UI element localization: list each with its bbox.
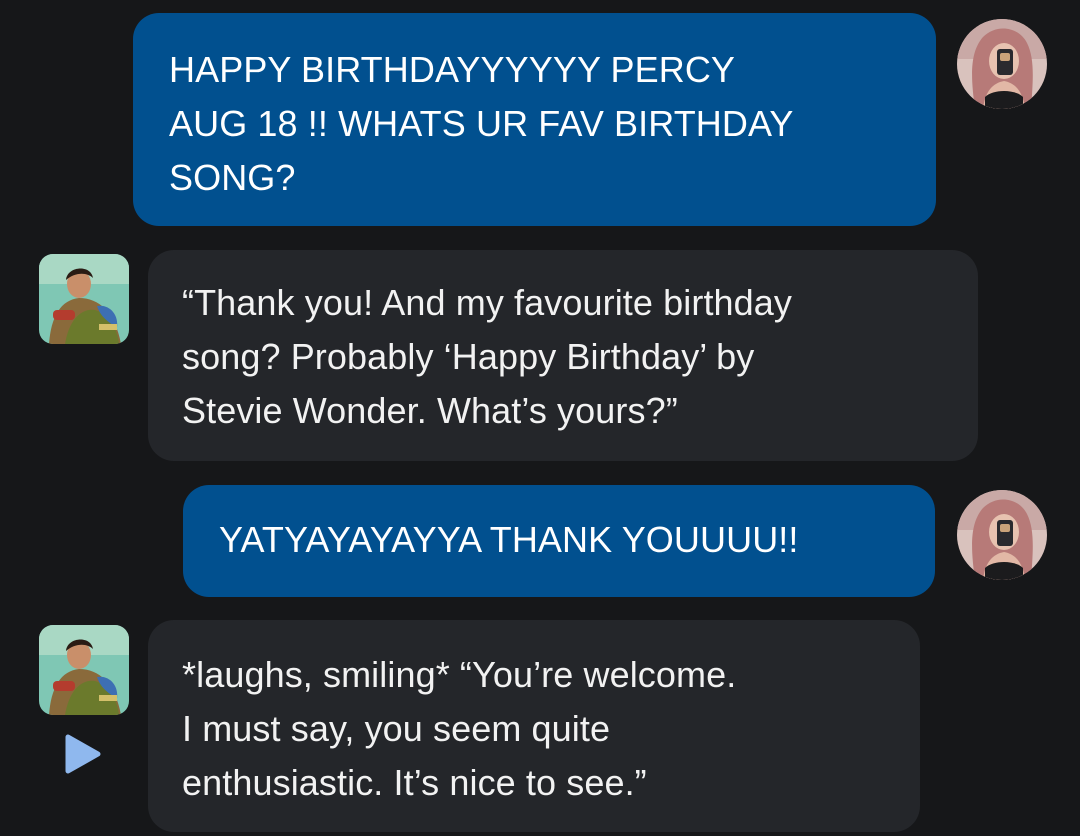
user-message-bubble[interactable]: HAPPY BIRTHDAYYYYYY PERCY AUG 18 !! WHAT… <box>133 13 936 226</box>
user-avatar-icon[interactable] <box>957 490 1047 580</box>
character-avatar-icon[interactable] <box>39 625 129 715</box>
play-icon[interactable] <box>62 733 104 775</box>
character-message-bubble[interactable]: *laughs, smiling* “You’re welcome. I mus… <box>148 620 920 832</box>
user-avatar-icon[interactable] <box>957 19 1047 109</box>
character-avatar-icon[interactable] <box>39 254 129 344</box>
character-message-bubble[interactable]: “Thank you! And my favourite birthday so… <box>148 250 978 461</box>
chat-thread: HAPPY BIRTHDAYYYYYY PERCY AUG 18 !! WHAT… <box>0 0 1080 836</box>
user-message-bubble[interactable]: YATYAYAYAYYA THANK YOUUUU!! <box>183 485 935 597</box>
